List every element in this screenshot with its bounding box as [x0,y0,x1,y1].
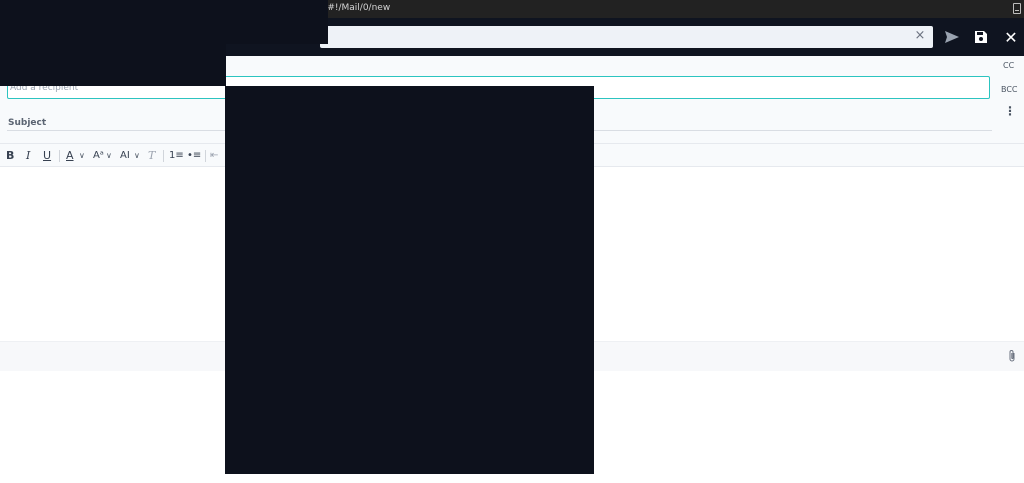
chevron-down-icon[interactable]: ∨ [79,148,85,164]
save-icon [975,31,987,43]
clear-formatting-button[interactable]: T [148,148,155,164]
chevron-down-icon[interactable]: ∨ [106,148,112,164]
toolbar-divider [163,150,164,162]
tab-icon[interactable] [1013,3,1021,14]
header-field[interactable]: × [320,26,933,48]
redacted-region [225,86,594,474]
paperclip-icon [1009,350,1015,362]
font-size-button[interactable]: Aᵃ [93,148,104,164]
send-icon [945,31,959,43]
bold-button[interactable]: B [6,148,14,164]
bcc-button[interactable]: BCC [1001,85,1018,94]
redacted-region [0,0,328,44]
font-family-button[interactable]: AI [120,148,130,164]
save-draft-button[interactable] [972,28,990,46]
send-button[interactable] [943,28,961,46]
chevron-down-icon[interactable]: ∨ [134,148,140,164]
more-options-icon[interactable]: ⋮ [1004,104,1016,118]
redacted-region [0,44,226,86]
url-text[interactable]: v#!/Mail/0/new [322,3,390,13]
underline-button[interactable]: U [43,148,51,164]
font-color-button[interactable]: A [66,148,74,164]
attach-file-button[interactable] [1006,349,1018,363]
bullet-list-button[interactable]: •≡ [187,148,201,164]
subject-field[interactable]: Subject [8,118,46,128]
italic-button[interactable]: I [26,148,30,164]
ordered-list-button[interactable]: 1≡ [169,148,184,164]
clear-icon[interactable]: × [913,29,927,43]
outdent-button[interactable]: ⇤ [210,148,218,164]
close-button[interactable]: ✕ [1002,28,1020,47]
toolbar-divider [59,150,60,162]
cc-button[interactable]: CC [1003,61,1014,70]
toolbar-divider [205,150,206,162]
